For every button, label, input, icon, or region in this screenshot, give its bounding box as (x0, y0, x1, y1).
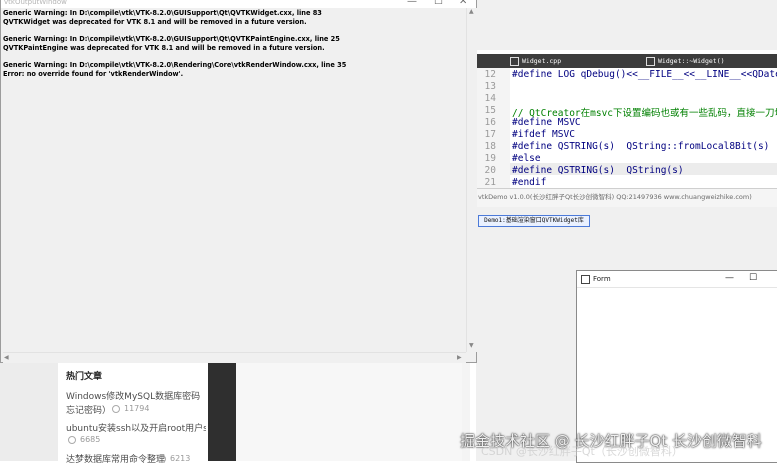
code-line[interactable]: #ifdef MSVC (512, 129, 575, 140)
vtk-titlebar (1, 0, 476, 8)
code-line[interactable]: #else (512, 153, 541, 164)
hot-articles-title: 热门文章 (66, 372, 103, 382)
eye-icon (158, 454, 166, 463)
file-icon (510, 56, 519, 66)
line-number: 12 (484, 69, 496, 80)
watermark-csdn: CSDN @长沙红胖子Qt（长沙创微智科） (481, 445, 683, 458)
article-link[interactable]: Windows修改MySQL数据库密码（修 (66, 389, 206, 402)
article-views: 6685 (68, 435, 100, 444)
close-button[interactable]: ✕ (459, 0, 467, 7)
minimize-button[interactable]: — (725, 273, 734, 283)
code-line[interactable]: #define LOG qDebug()<<__FILE__<<__LINE__… (512, 69, 777, 80)
maximize-button[interactable]: ☐ (434, 0, 443, 7)
line-number: 19 (484, 153, 496, 164)
article-views: 11794 (112, 404, 149, 413)
window-icon (581, 275, 590, 284)
article-views: 6213 (158, 454, 190, 463)
line-number: 21 (484, 177, 496, 188)
function-icon (646, 56, 655, 66)
line-number: 17 (484, 129, 496, 140)
horizontal-scrollbar[interactable]: ◀ ▶ (3, 352, 466, 363)
blog-left-column (0, 360, 58, 461)
line-number: 16 (484, 117, 496, 128)
symbol-dropdown[interactable]: Widget::~Widget() (646, 55, 725, 67)
line-number: 13 (484, 81, 496, 92)
minimize-button[interactable]: — (407, 0, 417, 7)
scroll-down-icon[interactable]: ▼ (469, 342, 474, 349)
warning-line: Generic Warning: In D:\compile\vtk\VTK-8… (3, 35, 340, 44)
tab-widget-cpp[interactable]: Widget.cpp (510, 55, 561, 67)
scroll-left-icon[interactable]: ◀ (4, 354, 9, 361)
form-title: Form (593, 275, 611, 283)
scroll-up-icon[interactable]: ▲ (469, 8, 474, 15)
warning-line: Error: no override found for 'vtkRenderW… (3, 69, 184, 78)
tab-demo1[interactable]: Demo1:基础渲染窗口QVTKWidget库 (478, 215, 590, 227)
warning-line: Generic Warning: In D:\compile\vtk\VTK-8… (3, 9, 322, 17)
vtk-output-text[interactable] (3, 8, 466, 352)
line-number: 15 (484, 105, 496, 116)
warning-line: QVTKWidget was deprecated for VTK 8.1 an… (3, 17, 307, 26)
editor-toolbar-area (476, 0, 777, 50)
blog-right-area (236, 360, 462, 461)
line-number: 18 (484, 141, 496, 152)
scroll-right-icon[interactable]: ▶ (457, 354, 462, 361)
eye-icon (68, 435, 76, 444)
warning-line: Generic Warning: In D:\compile\vtk\VTK-8… (3, 61, 347, 70)
line-number: 20 (484, 165, 496, 176)
code-line[interactable]: #define QSTRING(s) QString::fromLocal8Bi… (512, 141, 769, 152)
form-titlebar: Form — ☐ (577, 271, 777, 288)
article-link-continued[interactable]: 忘记密码） (66, 403, 111, 416)
vtk-window-title: vtkOutputWindow (4, 0, 67, 6)
demo-window-title: vtkDemo v1.0.0(长沙红胖子Qt长沙创微智科) QQ:2149793… (478, 193, 752, 201)
code-line[interactable]: #define QSTRING(s) QString(s) (512, 165, 684, 176)
vertical-scrollbar[interactable]: ▲ ▼ (466, 8, 477, 352)
warning-line: QVTKPaintEngine was deprecated for VTK 8… (3, 43, 325, 52)
line-number: 14 (484, 93, 496, 104)
maximize-button[interactable]: ☐ (749, 273, 757, 283)
article-link[interactable]: ubuntu安装ssh以及开启root用户ssh (66, 421, 206, 434)
fold-margin (502, 68, 510, 188)
code-line[interactable]: #endif (512, 177, 546, 188)
code-line[interactable]: #define MSVC (512, 117, 581, 128)
eye-icon (112, 404, 120, 413)
blog-dark-strip (208, 360, 236, 461)
